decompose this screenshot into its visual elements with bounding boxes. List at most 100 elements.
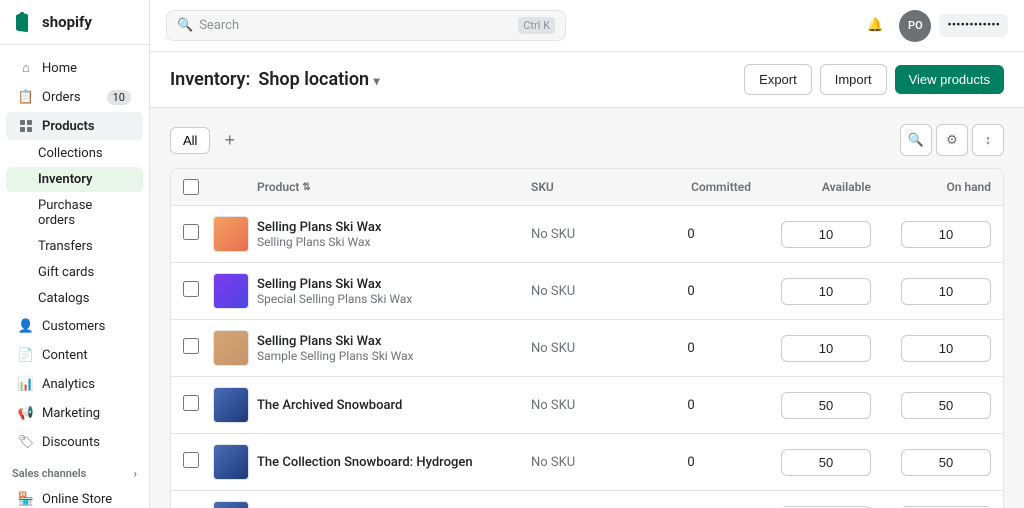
sidebar-label-discounts: Discounts	[42, 435, 100, 450]
row-select-1[interactable]	[183, 281, 199, 297]
table-row: The Archived Snowboard No SKU 0	[171, 377, 1003, 434]
sales-channels-expand-icon[interactable]: ›	[134, 467, 137, 480]
sidebar-item-catalogs[interactable]: Catalogs	[6, 286, 143, 311]
on-hand-input-4[interactable]	[901, 449, 991, 476]
th-committed: Committed	[631, 180, 751, 194]
on-hand-cell-0[interactable]	[871, 221, 991, 248]
available-cell-4[interactable]	[751, 449, 871, 476]
product-thumbnail-4	[213, 444, 249, 480]
tab-all[interactable]: All	[170, 127, 210, 154]
product-name-1[interactable]: Selling Plans Ski Wax	[257, 277, 531, 292]
sidebar-label-gift-cards: Gift cards	[38, 265, 94, 280]
on-hand-cell-4[interactable]	[871, 449, 991, 476]
sku-cell-0: No SKU	[531, 227, 631, 242]
on-hand-input-2[interactable]	[901, 335, 991, 362]
product-name-2[interactable]: Selling Plans Ski Wax	[257, 334, 531, 349]
notification-button[interactable]: 🔔	[859, 10, 891, 42]
export-button[interactable]: Export	[744, 64, 812, 95]
row-checkbox-0[interactable]	[183, 224, 213, 244]
sidebar-label-marketing: Marketing	[42, 406, 100, 421]
product-name-0[interactable]: Selling Plans Ski Wax	[257, 220, 531, 235]
product-name-4[interactable]: The Collection Snowboard: Hydrogen	[257, 455, 531, 470]
sku-cell-1: No SKU	[531, 284, 631, 299]
sidebar-item-inventory[interactable]: Inventory	[6, 167, 143, 192]
row-select-4[interactable]	[183, 452, 199, 468]
account-name[interactable]: ••••••••••••	[939, 14, 1008, 37]
on-hand-cell-2[interactable]	[871, 335, 991, 362]
topbar: 🔍 Search Ctrl K 🔔 PO ••••••••••••	[150, 0, 1024, 52]
add-filter-button[interactable]: +	[218, 128, 241, 153]
orders-icon: 📋	[18, 89, 34, 105]
on-hand-input-0[interactable]	[901, 221, 991, 248]
available-cell-2[interactable]	[751, 335, 871, 362]
committed-cell-0: 0	[631, 227, 751, 242]
filter-settings-button[interactable]: ⚙	[936, 124, 968, 156]
on-hand-input-1[interactable]	[901, 278, 991, 305]
available-input-4[interactable]	[781, 449, 871, 476]
table-body: Selling Plans Ski Wax Selling Plans Ski …	[171, 206, 1003, 508]
sidebar-item-online-store[interactable]: 🏪 Online Store	[6, 485, 143, 508]
sidebar-item-gift-cards[interactable]: Gift cards	[6, 260, 143, 285]
search-filter-button[interactable]: 🔍	[900, 124, 932, 156]
avatar[interactable]: PO	[899, 10, 931, 42]
sidebar-item-collections[interactable]: Collections	[6, 141, 143, 166]
row-checkbox-4[interactable]	[183, 452, 213, 472]
sidebar-logo[interactable]: shopify	[0, 0, 149, 45]
product-info-1: Selling Plans Ski Wax Special Selling Pl…	[257, 277, 531, 306]
search-box[interactable]: 🔍 Search Ctrl K	[166, 10, 566, 41]
on-hand-cell-1[interactable]	[871, 278, 991, 305]
main-content: 🔍 Search Ctrl K 🔔 PO •••••••••••• Invent…	[150, 0, 1024, 508]
product-col-label: Product	[257, 180, 299, 194]
select-all-checkbox[interactable]	[183, 179, 199, 195]
row-select-2[interactable]	[183, 338, 199, 354]
th-checkbox	[183, 179, 213, 195]
on-hand-input-3[interactable]	[901, 392, 991, 419]
row-checkbox-3[interactable]	[183, 395, 213, 415]
available-input-1[interactable]	[781, 278, 871, 305]
sidebar-item-marketing[interactable]: 📢 Marketing	[6, 399, 143, 427]
sidebar-item-transfers[interactable]: Transfers	[6, 234, 143, 259]
product-thumbnail-0	[213, 216, 249, 252]
available-cell-0[interactable]	[751, 221, 871, 248]
row-select-0[interactable]	[183, 224, 199, 240]
on-hand-col-label: On hand	[946, 180, 991, 194]
available-input-0[interactable]	[781, 221, 871, 248]
sidebar-item-home[interactable]: ⌂ Home	[6, 54, 143, 82]
committed-cell-3: 0	[631, 398, 751, 413]
sidebar-item-orders[interactable]: 📋 Orders 10	[6, 83, 143, 111]
available-cell-3[interactable]	[751, 392, 871, 419]
sort-button[interactable]: ↕	[972, 124, 1004, 156]
home-icon: ⌂	[18, 60, 34, 76]
sidebar-item-customers[interactable]: 👤 Customers	[6, 312, 143, 340]
row-select-3[interactable]	[183, 395, 199, 411]
sidebar-item-discounts[interactable]: 🏷 Discounts	[6, 428, 143, 456]
marketing-icon: 📢	[18, 405, 34, 421]
on-hand-cell-3[interactable]	[871, 392, 991, 419]
sidebar-label-inventory: Inventory	[38, 172, 93, 187]
sort-icon: ↕	[985, 132, 992, 148]
th-sku: SKU	[531, 180, 631, 194]
sidebar-item-purchase-orders[interactable]: Purchase orders	[6, 193, 143, 233]
sidebar-item-analytics[interactable]: 📊 Analytics	[6, 370, 143, 398]
row-checkbox-1[interactable]	[183, 281, 213, 301]
sidebar-item-products[interactable]: Products	[6, 112, 143, 140]
row-thumb-2	[213, 330, 257, 366]
row-checkbox-2[interactable]	[183, 338, 213, 358]
sku-col-label: SKU	[531, 180, 554, 194]
available-input-2[interactable]	[781, 335, 871, 362]
product-variant-2: Sample Selling Plans Ski Wax	[257, 349, 531, 363]
page-actions: Export Import View products	[744, 64, 1004, 95]
view-products-button[interactable]: View products	[895, 65, 1004, 94]
search-filter-icon: 🔍	[908, 133, 924, 148]
available-cell-1[interactable]	[751, 278, 871, 305]
table-row: The Collection Snowboard: Hydrogen No SK…	[171, 434, 1003, 491]
import-button[interactable]: Import	[820, 64, 887, 95]
available-input-3[interactable]	[781, 392, 871, 419]
location-dropdown[interactable]: Shop location ▾	[258, 69, 379, 90]
logo-text: shopify	[42, 13, 92, 31]
th-product[interactable]: Product ⇅	[257, 180, 531, 194]
page-title: Inventory: Shop location ▾	[170, 69, 380, 90]
sidebar-item-content[interactable]: 📄 Content	[6, 341, 143, 369]
product-name-3[interactable]: The Archived Snowboard	[257, 398, 531, 413]
sales-channels-label: Sales channels	[12, 467, 86, 480]
